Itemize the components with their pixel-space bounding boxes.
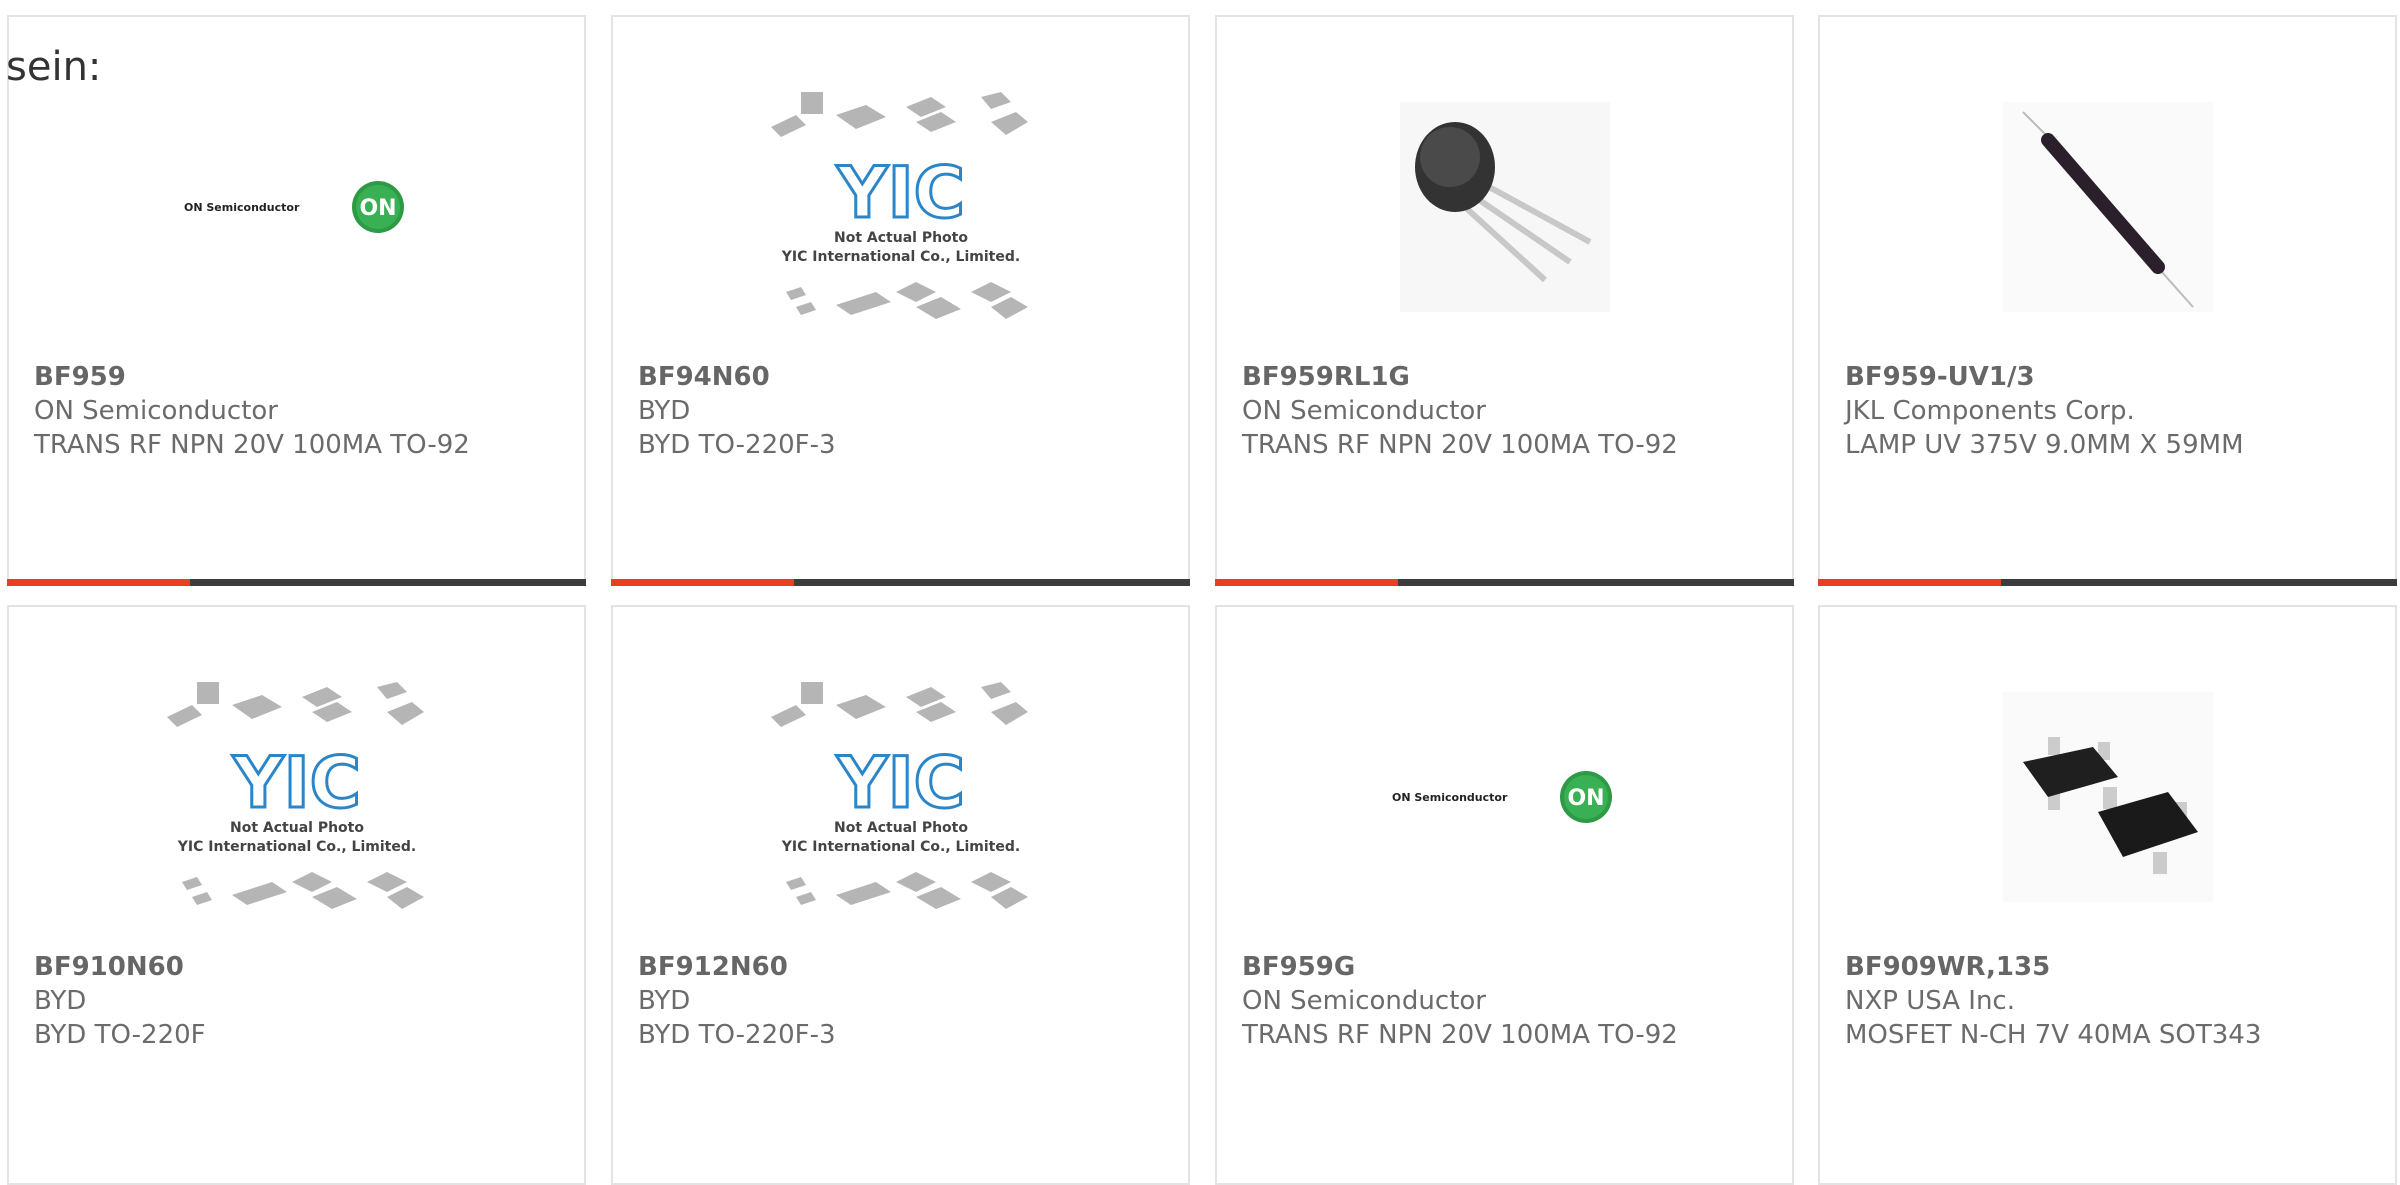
- manufacturer: ON Semiconductor: [1242, 986, 1486, 1016]
- card-bar: [7, 579, 586, 586]
- card-bar: [611, 579, 1190, 586]
- part-number[interactable]: BF959: [34, 360, 470, 394]
- intro-text: sein:: [6, 44, 102, 90]
- part-number[interactable]: BF909WR,135: [1845, 950, 2261, 984]
- manufacturer: ON Semiconductor: [34, 396, 278, 426]
- product-card[interactable]: ON Semiconductor ON BF959G ON Semiconduc…: [1215, 605, 1794, 1185]
- product-card[interactable]: ON Semiconductor ON BF959 ON Semiconduct…: [7, 15, 586, 586]
- part-number[interactable]: BF910N60: [34, 950, 206, 984]
- description: BYD TO-220F-3: [638, 430, 836, 460]
- description: LAMP UV 375V 9.0MM X 59MM: [1845, 430, 2244, 460]
- uv-lamp-image: [1820, 77, 2395, 337]
- product-grid: ON Semiconductor ON BF959 ON Semiconduct…: [0, 0, 2400, 1185]
- product-card[interactable]: YIC Not Actual Photo YIC International C…: [611, 605, 1190, 1185]
- yic-line-2: YIC International Co., Limited.: [780, 839, 1019, 855]
- description: BYD TO-220F-3: [638, 1020, 836, 1050]
- manufacturer: BYD: [34, 986, 87, 1016]
- card-bar: [1818, 579, 2397, 586]
- part-number[interactable]: BF94N60: [638, 360, 836, 394]
- yic-placeholder-image: YIC Not Actual Photo YIC International C…: [613, 77, 1188, 337]
- product-card[interactable]: BF959-UV1/3 JKL Components Corp. LAMP UV…: [1818, 15, 2397, 586]
- product-card[interactable]: BF909WR,135 NXP USA Inc. MOSFET N-CH 7V …: [1818, 605, 2397, 1185]
- on-semiconductor-logo: ON Semiconductor ON: [9, 77, 584, 337]
- to92-transistor-image: [1217, 77, 1792, 337]
- yic-line-1: Not Actual Photo: [834, 820, 968, 836]
- yic-line-1: Not Actual Photo: [834, 230, 968, 246]
- on-badge-text: ON: [1567, 786, 1604, 811]
- manufacturer: ON Semiconductor: [1242, 396, 1486, 426]
- yic-line-1: Not Actual Photo: [230, 820, 364, 836]
- part-number[interactable]: BF959-UV1/3: [1845, 360, 2244, 394]
- part-number[interactable]: BF912N60: [638, 950, 836, 984]
- description: MOSFET N-CH 7V 40MA SOT343: [1845, 1020, 2262, 1050]
- yic-logo: YIC: [835, 152, 964, 234]
- yic-line-2: YIC International Co., Limited.: [176, 839, 415, 855]
- card-bar: [1215, 579, 1794, 586]
- product-card[interactable]: YIC Not Actual Photo YIC International C…: [7, 605, 586, 1185]
- manufacturer: JKL Components Corp.: [1845, 396, 2135, 426]
- yic-logo: YIC: [835, 742, 964, 824]
- part-number[interactable]: BF959RL1G: [1242, 360, 1678, 394]
- yic-line-2: YIC International Co., Limited.: [780, 249, 1019, 265]
- part-number[interactable]: BF959G: [1242, 950, 1678, 984]
- yic-placeholder-image: YIC Not Actual Photo YIC International C…: [613, 667, 1188, 927]
- description: TRANS RF NPN 20V 100MA TO-92: [34, 430, 470, 460]
- manufacturer: BYD: [638, 986, 691, 1016]
- on-semi-logo-text: ON Semiconductor: [184, 201, 300, 214]
- sot343-package-image: [1820, 667, 2395, 927]
- yic-placeholder-image: YIC Not Actual Photo YIC International C…: [9, 667, 584, 927]
- manufacturer: BYD: [638, 396, 691, 426]
- description: TRANS RF NPN 20V 100MA TO-92: [1242, 1020, 1678, 1050]
- on-badge-text: ON: [359, 196, 396, 221]
- on-semi-logo-text: ON Semiconductor: [1392, 791, 1508, 804]
- manufacturer: NXP USA Inc.: [1845, 986, 2015, 1016]
- on-semiconductor-logo: ON Semiconductor ON: [1217, 667, 1792, 927]
- yic-logo: YIC: [231, 742, 360, 824]
- product-card[interactable]: YIC Not Actual Photo YIC International C…: [611, 15, 1190, 586]
- description: BYD TO-220F: [34, 1020, 206, 1050]
- description: TRANS RF NPN 20V 100MA TO-92: [1242, 430, 1678, 460]
- product-card[interactable]: BF959RL1G ON Semiconductor TRANS RF NPN …: [1215, 15, 1794, 586]
